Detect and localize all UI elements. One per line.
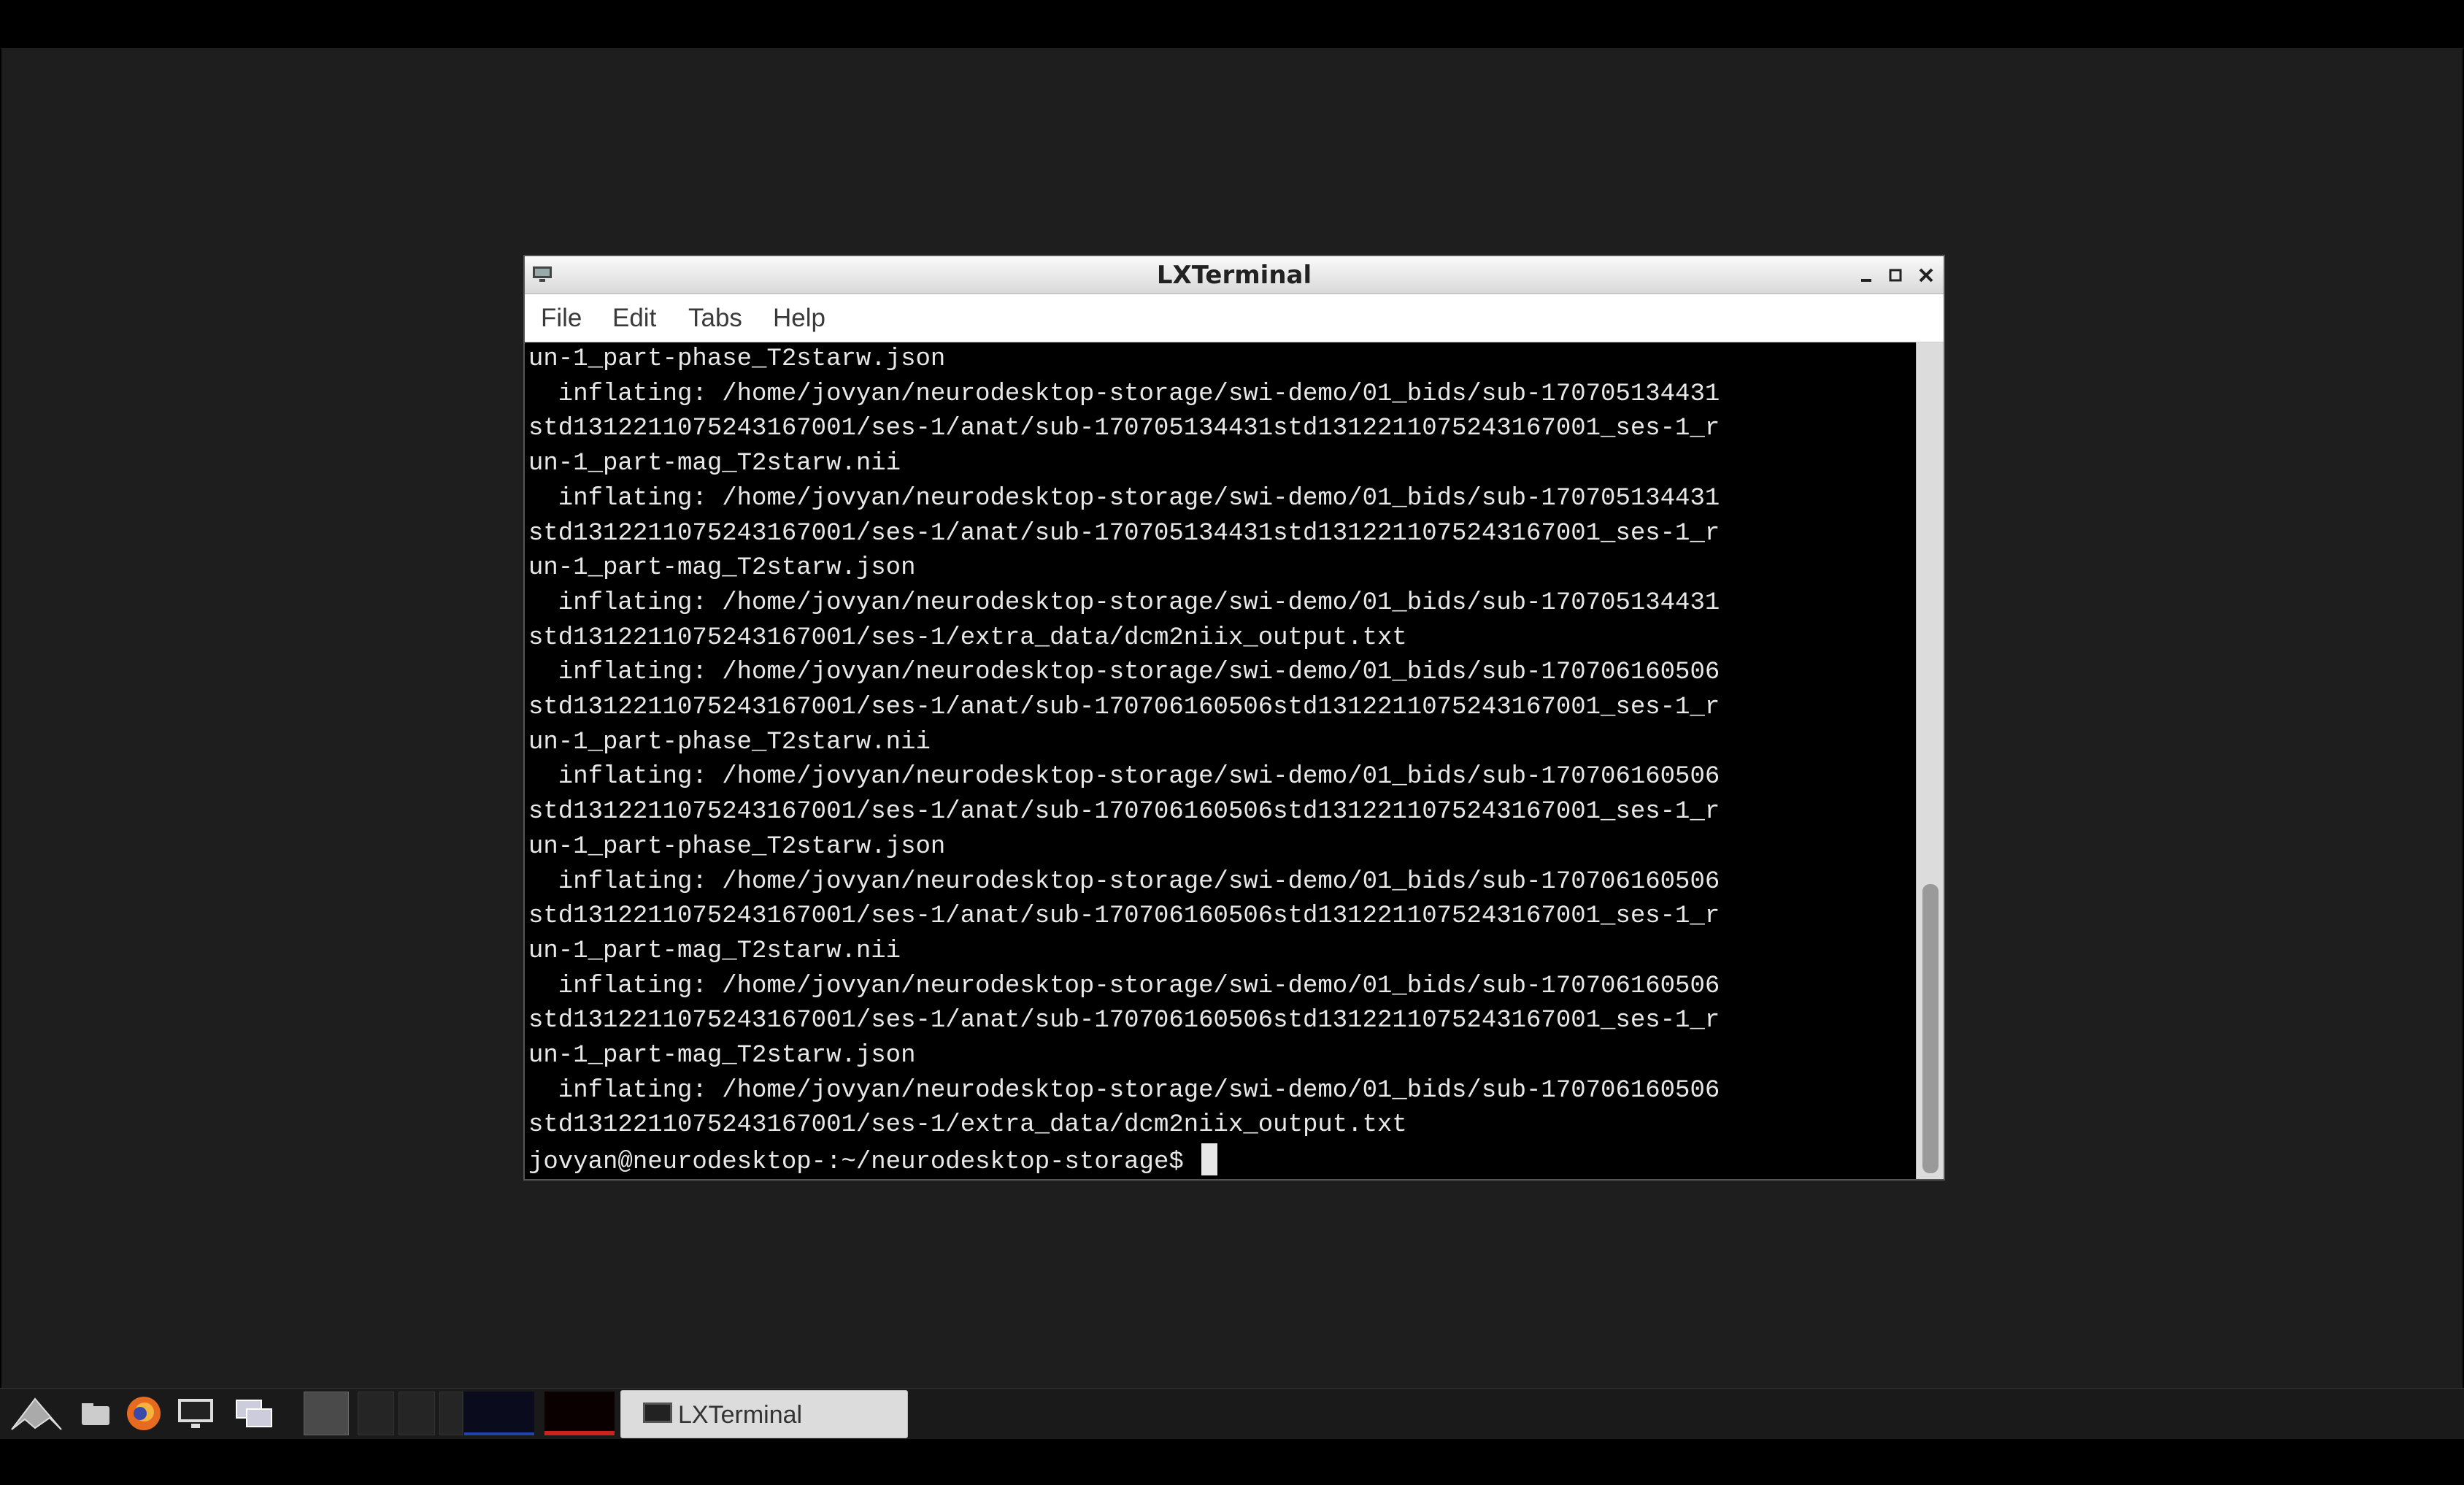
taskbar: LXTerminal (0, 1388, 2464, 1439)
terminal-line: un-1_part-phase_T2starw.nii (528, 728, 931, 756)
terminal-line: inflating: /home/jovyan/neurodesktop-sto… (528, 484, 1720, 513)
terminal-line: un-1_part-phase_T2starw.json (528, 345, 946, 373)
terminal-line: std1312211075243167001/ses-1/anat/sub-17… (528, 902, 1720, 931)
screen: LXTerminal File Edit Tabs Help un-1_part… (0, 0, 2464, 1485)
files-icon[interactable] (76, 1392, 115, 1435)
terminal-line: inflating: /home/jovyan/neurodesktop-sto… (528, 1076, 1720, 1105)
terminal-line: std1312211075243167001/ses-1/anat/sub-17… (528, 798, 1720, 826)
terminal-window: LXTerminal File Edit Tabs Help un-1_part… (523, 255, 1945, 1181)
maximize-icon[interactable] (1884, 264, 1907, 287)
terminal-line: un-1_part-mag_T2starw.json (528, 1042, 916, 1070)
workspace-1[interactable] (304, 1392, 349, 1435)
terminal-line: inflating: /home/jovyan/neurodesktop-sto… (528, 867, 1720, 896)
menu-tabs[interactable]: Tabs (688, 294, 742, 342)
taskbar-item-label: LXTerminal (678, 1401, 803, 1429)
terminal-line: std1312211075243167001/ses-1/anat/sub-17… (528, 1007, 1720, 1035)
terminal-line: std1312211075243167001/ses-1/anat/sub-17… (528, 415, 1720, 443)
terminal-line: std1312211075243167001/ses-1/extra_data/… (528, 623, 1407, 652)
terminal-line: std1312211075243167001/ses-1/extra_data/… (528, 1111, 1407, 1140)
terminal-line: un-1_part-phase_T2starw.json (528, 832, 946, 861)
terminal-line: inflating: /home/jovyan/neurodesktop-sto… (528, 659, 1720, 687)
menu-file[interactable]: File (541, 294, 582, 342)
terminal-line: un-1_part-mag_T2starw.nii (528, 450, 901, 478)
minimize-icon[interactable] (1855, 264, 1878, 287)
mem-monitor (544, 1392, 615, 1435)
window-title: LXTerminal (1156, 261, 1312, 290)
workspace-4[interactable] (439, 1392, 463, 1435)
menu-help[interactable]: Help (773, 294, 825, 342)
terminal-line: std1312211075243167001/ses-1/anat/sub-17… (528, 519, 1720, 548)
terminal-line: std1312211075243167001/ses-1/anat/sub-17… (528, 694, 1720, 722)
terminal-line: inflating: /home/jovyan/neurodesktop-sto… (528, 588, 1720, 617)
scrollbar-thumb[interactable] (1922, 884, 1939, 1173)
terminal-text[interactable]: un-1_part-phase_T2starw.json inflating: … (528, 342, 1916, 1181)
browser-icon[interactable] (123, 1392, 165, 1435)
bottom-strip (0, 1439, 2464, 1485)
workspace-3[interactable] (399, 1392, 435, 1435)
title-bar[interactable]: LXTerminal (525, 256, 1944, 294)
text-cursor (1201, 1143, 1218, 1176)
shell-prompt: jovyan@neurodesktop-:~/neurodesktop-stor… (528, 1148, 1199, 1177)
terminal-icon[interactable] (174, 1392, 217, 1435)
menu-edit[interactable]: Edit (612, 294, 656, 342)
terminal-icon (643, 1402, 672, 1423)
workspace-2[interactable] (358, 1392, 394, 1435)
terminal-line: inflating: /home/jovyan/neurodesktop-sto… (528, 763, 1720, 791)
windows-icon[interactable] (232, 1392, 276, 1435)
taskbar-item-lxterminal[interactable]: LXTerminal (620, 1390, 908, 1438)
terminal-line: inflating: /home/jovyan/neurodesktop-sto… (528, 380, 1720, 408)
cpu-monitor (464, 1392, 534, 1435)
close-icon[interactable] (1914, 264, 1938, 287)
menu-bar: File Edit Tabs Help (525, 294, 1944, 342)
terminal-line: un-1_part-mag_T2starw.json (528, 554, 916, 583)
menu-icon[interactable] (6, 1392, 67, 1435)
scrollbar[interactable] (1916, 342, 1944, 1179)
terminal-line: un-1_part-mag_T2starw.nii (528, 937, 901, 965)
terminal-output[interactable]: un-1_part-phase_T2starw.json inflating: … (525, 342, 1916, 1179)
terminal-line: inflating: /home/jovyan/neurodesktop-sto… (528, 972, 1720, 1000)
